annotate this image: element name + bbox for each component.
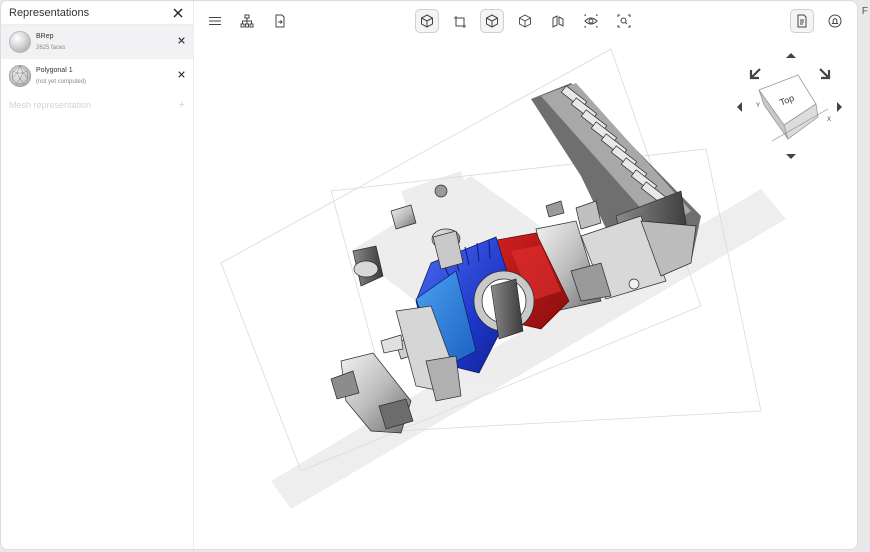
sphere-thumbnail-icon: [9, 31, 31, 53]
app-window: Representations BRep 2625 faces Polygona…: [0, 0, 858, 550]
roll-left-arrow[interactable]: [749, 68, 761, 80]
representation-detail: 2625 faces: [36, 44, 66, 51]
remove-representation-button[interactable]: [178, 70, 185, 81]
3d-viewport[interactable]: Top Y X: [194, 41, 857, 549]
rotate-up-arrow[interactable]: [786, 53, 796, 58]
close-panel-button[interactable]: [171, 6, 185, 20]
add-mesh-representation-row[interactable]: Mesh representation +: [1, 93, 193, 117]
close-icon: [178, 37, 185, 44]
wireframe-cube-button[interactable]: [513, 9, 537, 33]
wireframe-cube-icon: [519, 14, 531, 28]
view-cube[interactable]: [758, 74, 829, 142]
x-axis-label: X: [827, 117, 831, 123]
visibility-button[interactable]: [579, 9, 603, 33]
exploded-cube-icon: [552, 15, 564, 28]
properties-button[interactable]: [790, 9, 814, 33]
close-icon: [178, 71, 185, 78]
panel-header: Representations: [1, 1, 193, 25]
panel-title: Representations: [9, 6, 90, 19]
rotate-down-arrow[interactable]: [786, 154, 796, 159]
y-axis-label: Y: [756, 103, 760, 109]
notifications-button[interactable]: [823, 9, 847, 33]
rotate-right-arrow[interactable]: [837, 102, 842, 112]
mesh-sphere-thumbnail-icon: [9, 65, 31, 87]
fit-view-button[interactable]: [612, 9, 636, 33]
cube-icon: [421, 14, 433, 28]
solid-cube-button[interactable]: [480, 9, 504, 33]
view-cube-widget[interactable]: Top Y X: [736, 49, 846, 165]
roll-right-arrow[interactable]: [819, 68, 831, 80]
explode-view-button[interactable]: [546, 9, 570, 33]
bell-icon: [828, 14, 842, 28]
document-arrow-icon: [275, 14, 285, 28]
ghost-parts: [271, 171, 786, 509]
representation-name: BRep: [36, 32, 54, 40]
representation-item-brep[interactable]: BRep 2625 faces: [1, 25, 193, 59]
eye-icon: [584, 14, 598, 28]
close-icon: [173, 8, 183, 17]
truncated-edge-text: F: [861, 6, 868, 17]
cube-icon: [486, 14, 498, 28]
section-view-button[interactable]: [448, 9, 472, 33]
shaded-view-button[interactable]: [415, 9, 439, 33]
representations-panel: Representations BRep 2625 faces Polygona…: [1, 1, 194, 549]
representation-name: Polygonal 1: [36, 66, 73, 74]
representation-detail: (not yet computed): [36, 78, 87, 85]
hierarchy-icon: [240, 14, 254, 28]
document-icon: [797, 14, 807, 28]
hamburger-icon: [209, 16, 221, 26]
menu-button[interactable]: [203, 9, 227, 33]
remove-representation-button[interactable]: [178, 36, 185, 47]
export-document-button[interactable]: [268, 9, 292, 33]
rotate-left-arrow[interactable]: [737, 102, 742, 112]
assembly-tree-button[interactable]: [235, 9, 259, 33]
section-plane-icon: [454, 16, 466, 28]
add-mesh-button[interactable]: +: [179, 99, 185, 111]
zoom-fit-icon: [617, 14, 631, 28]
mesh-representation-label: Mesh representation: [9, 100, 92, 110]
representation-item-polygonal[interactable]: Polygonal 1 (not yet computed): [1, 59, 193, 93]
